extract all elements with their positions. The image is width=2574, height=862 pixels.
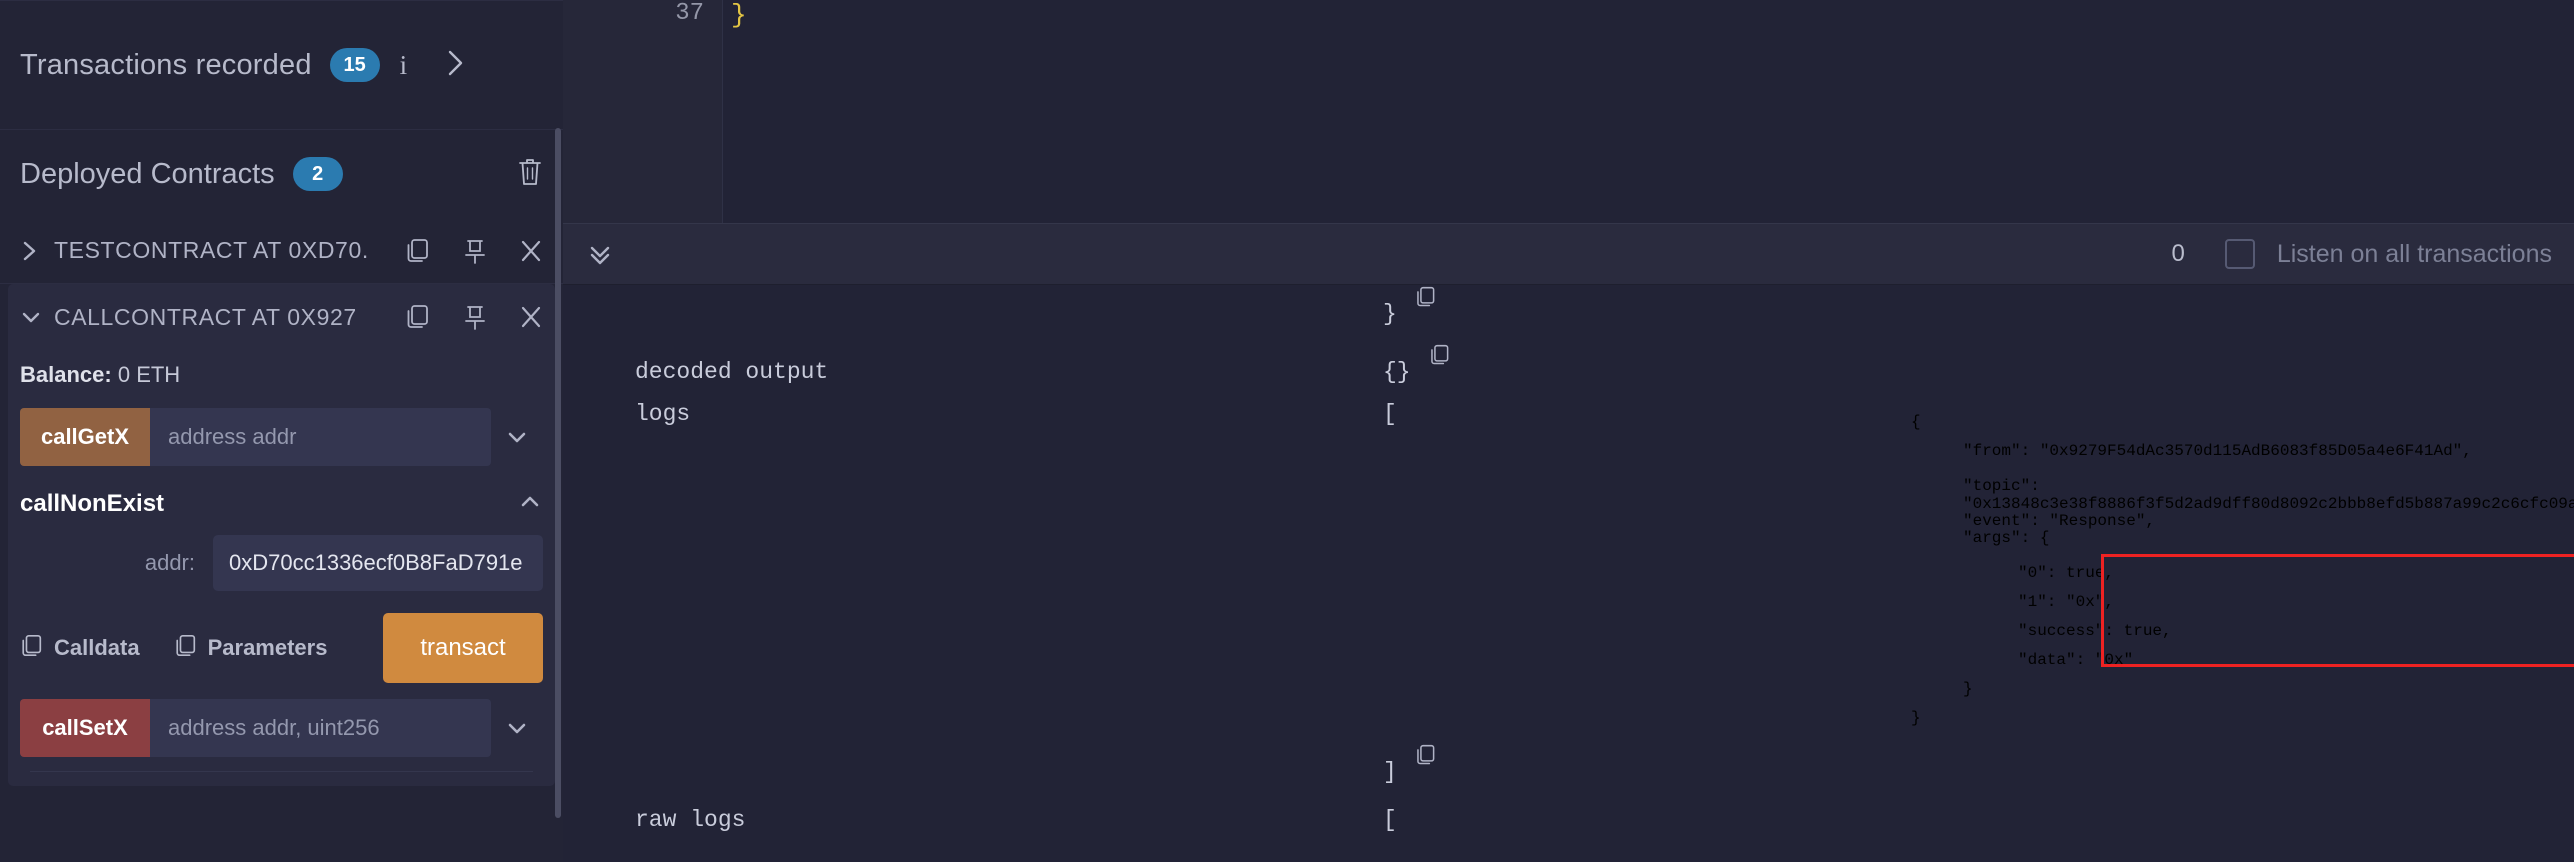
- contract-name-label: CALLCONTRACT AT 0X927: [54, 303, 357, 330]
- close-icon[interactable]: [519, 304, 543, 330]
- callnonexist-title: callNonExist: [20, 489, 165, 517]
- contract-row-testcontract[interactable]: TESTCONTRACT AT 0XD70.: [0, 218, 563, 284]
- param-row-addr: addr:: [20, 535, 543, 591]
- contract-balance: Balance: 0 ETH: [8, 350, 555, 408]
- json-line-args-open: "args": {: [1963, 529, 2050, 547]
- close-icon[interactable]: [519, 238, 543, 264]
- deployed-contracts-count-badge: 2: [292, 157, 343, 191]
- copy-icon: [20, 633, 44, 664]
- param-label-addr: addr:: [144, 550, 195, 575]
- udapp-sidebar: Transactions recorded 15 i Deployed Cont…: [0, 0, 563, 862]
- chevron-right-icon[interactable]: [445, 48, 467, 83]
- raw-logs-value: [: [1383, 807, 1397, 833]
- editor-line-number: 37: [675, 0, 704, 27]
- terminal-row-logs-close: ]: [563, 743, 2574, 791]
- log-entry-json: { "from": "0x9279F54dAc3570d115AdB6083f8…: [563, 413, 2574, 743]
- function-expanded-callnonexist: callNonExist addr: Calldata: [20, 480, 543, 699]
- terminal-row-brace: }: [563, 285, 2574, 343]
- copy-icon[interactable]: [1415, 285, 1437, 309]
- transactions-count-badge: 15: [329, 48, 380, 82]
- json-line-arg-success: "success": true,: [2018, 622, 2172, 640]
- chevron-down-icon[interactable]: [491, 408, 543, 466]
- pin-icon[interactable]: [463, 303, 487, 331]
- json-open-brace: {: [1911, 413, 1921, 431]
- trash-icon[interactable]: [517, 157, 543, 192]
- editor-code-area[interactable]: }: [723, 0, 2574, 223]
- main-panel: 37 } 0 Listen on all transactions } deco…: [563, 0, 2574, 862]
- callnonexist-actions: Calldata Parameters transact: [20, 613, 543, 699]
- copy-icon[interactable]: [405, 237, 431, 265]
- balance-label: Balance:: [20, 362, 112, 387]
- addr-input[interactable]: [213, 535, 543, 591]
- callsetx-button[interactable]: callSetX: [20, 699, 150, 757]
- chevron-down-icon[interactable]: [20, 305, 54, 329]
- terminal-count: 0: [2171, 240, 2185, 267]
- json-close-brace: }: [1911, 709, 1921, 727]
- card-divider: [30, 771, 533, 772]
- copy-icon[interactable]: [405, 303, 431, 331]
- json-line-arg-data: "data": "0x": [2018, 651, 2134, 669]
- json-line-arg-1: "1": "0x",: [2018, 593, 2115, 611]
- copy-parameters-button[interactable]: Parameters: [174, 633, 328, 664]
- transactions-recorded-header[interactable]: Transactions recorded 15 i: [0, 0, 563, 130]
- copy-icon: [174, 633, 198, 664]
- function-row-callsetx: callSetX address addr, uint256: [20, 699, 543, 757]
- contract-row-actions: [405, 237, 543, 265]
- terminal-value: }: [1383, 301, 1397, 327]
- json-line-from: "from": "0x9279F54dAc3570d115AdB6083f85D…: [1963, 442, 2472, 460]
- callgetx-input-placeholder[interactable]: address addr: [150, 408, 491, 466]
- json-line-arg-0: "0": true,: [2018, 564, 2115, 582]
- copy-icon[interactable]: [1415, 743, 1437, 767]
- pin-icon[interactable]: [463, 237, 487, 265]
- terminal-output: } decoded output {} logs [ { "from": "0x…: [563, 285, 2574, 862]
- terminal-row-decoded-output: decoded output {}: [563, 343, 2574, 385]
- transactions-recorded-title: Transactions recorded: [20, 48, 312, 81]
- terminal-toolbar: 0 Listen on all transactions: [563, 223, 2574, 285]
- double-chevron-down-icon[interactable]: [585, 239, 615, 269]
- callsetx-input-placeholder[interactable]: address addr, uint256: [150, 699, 491, 757]
- transact-button[interactable]: transact: [383, 613, 543, 683]
- parameters-label: Parameters: [207, 635, 328, 660]
- balance-value: 0 ETH: [117, 362, 181, 387]
- scrollbar-thumb[interactable]: [555, 128, 561, 818]
- sidebar-scrollbar[interactable]: [553, 128, 563, 828]
- copy-calldata-button[interactable]: Calldata: [20, 633, 140, 664]
- deployed-contracts-title: Deployed Contracts: [20, 157, 275, 190]
- function-row-callgetx: callGetX address addr: [20, 408, 543, 466]
- contract-card-callcontract: CALLCONTRACT AT 0X927 Balance: 0 ETH cal…: [8, 284, 555, 786]
- contract-row-actions: [405, 303, 543, 331]
- json-line-event: "event": "Response",: [1963, 512, 2156, 530]
- contract-row-callcontract[interactable]: CALLCONTRACT AT 0X927: [8, 284, 555, 350]
- listen-on-all-transactions-checkbox[interactable]: [2224, 239, 2255, 269]
- deployed-contracts-header: Deployed Contracts 2: [0, 130, 563, 218]
- remix-ide-window: Transactions recorded 15 i Deployed Cont…: [0, 0, 2574, 862]
- terminal-row-raw-logs: raw logs [: [563, 791, 2574, 833]
- terminal-row-logs: logs [: [563, 385, 2574, 427]
- listen-on-all-transactions-label: Listen on all transactions: [2276, 239, 2552, 268]
- chevron-up-icon[interactable]: [517, 488, 543, 519]
- code-closing-brace: }: [731, 0, 747, 30]
- callnonexist-header[interactable]: callNonExist: [20, 480, 543, 535]
- raw-logs-label: raw logs: [635, 807, 746, 833]
- calldata-label: Calldata: [54, 635, 140, 660]
- editor-gutter: 37: [563, 0, 723, 223]
- code-editor[interactable]: 37 }: [563, 0, 2574, 223]
- chevron-down-icon[interactable]: [491, 699, 543, 757]
- json-args-close-brace: }: [1963, 680, 1973, 698]
- info-icon[interactable]: i: [400, 50, 408, 81]
- callgetx-button[interactable]: callGetX: [20, 408, 150, 466]
- contract-name-label: TESTCONTRACT AT 0XD70.: [54, 237, 369, 263]
- copy-icon[interactable]: [1429, 343, 1451, 367]
- json-line-topic: "topic": "0x13848c3e38f8886f3f5d2ad9dff8…: [1963, 477, 2574, 513]
- chevron-right-icon[interactable]: [20, 239, 54, 263]
